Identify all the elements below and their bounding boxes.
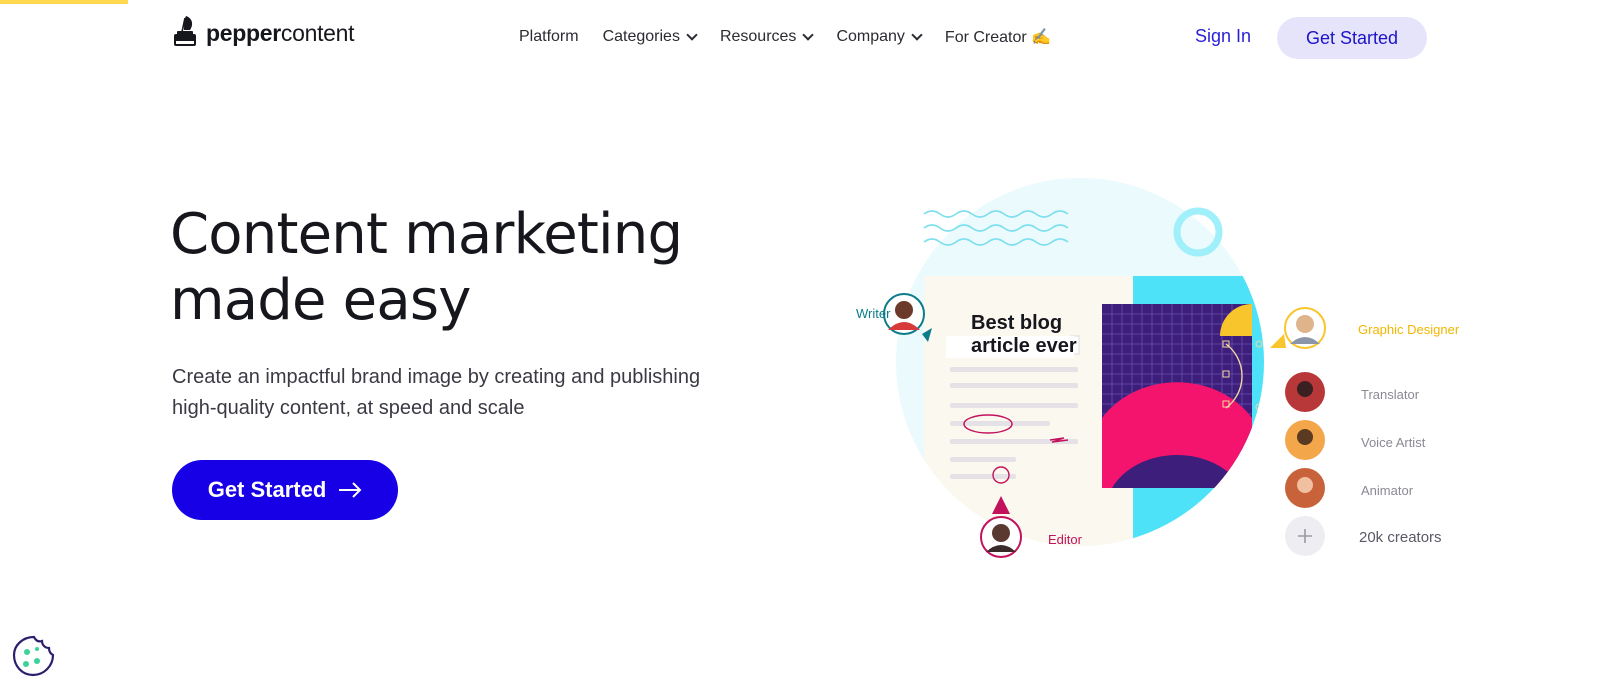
- cookie-settings-button[interactable]: [12, 634, 56, 678]
- quill-ink-logo-icon: [172, 14, 198, 52]
- illustration-graphic: [883, 178, 1326, 558]
- chevron-down-icon: [911, 28, 923, 41]
- logo[interactable]: peppercontent: [172, 14, 355, 52]
- nav-categories[interactable]: Categories: [603, 28, 698, 46]
- role-voice-artist-label: Voice Artist: [1361, 435, 1426, 450]
- logo-text: peppercontent: [206, 19, 355, 46]
- chevron-down-icon: [802, 28, 815, 41]
- creators-count-label: 20k creators: [1359, 529, 1442, 546]
- blog-title-card: Best blog article ever: [971, 312, 1077, 357]
- hero-title: Content marketing made easy: [170, 202, 683, 333]
- hero-get-started-button[interactable]: Get Started: [172, 460, 398, 520]
- role-animator-label: Animator: [1361, 483, 1414, 498]
- top-accent-bar: [0, 0, 128, 4]
- nav-platform[interactable]: Platform: [519, 28, 579, 46]
- header-get-started-button[interactable]: Get Started: [1277, 17, 1427, 59]
- hero-subtitle: Create an impactful brand image by creat…: [172, 366, 701, 419]
- main-nav: Platform Categories Resources Company Fo…: [519, 27, 1075, 47]
- hero-cta-label: Get Started: [207, 477, 327, 502]
- nav-resources[interactable]: Resources: [720, 28, 815, 46]
- chevron-down-icon: [686, 28, 698, 41]
- hero-illustration: Best blog article ever Writer Editor Grap…: [840, 178, 1460, 578]
- nav-company[interactable]: Company: [836, 28, 923, 46]
- role-translator-label: Translator: [1361, 387, 1420, 402]
- role-writer-label: Writer: [856, 306, 891, 321]
- sign-in-link[interactable]: Sign In: [1195, 26, 1251, 47]
- cookie-icon: [12, 635, 55, 677]
- plus-icon: [1285, 516, 1325, 556]
- nav-for-creator[interactable]: For Creator ✍: [945, 27, 1051, 47]
- role-graphic-designer-label: Graphic Designer: [1358, 322, 1460, 337]
- role-editor-label: Editor: [1048, 532, 1082, 547]
- arrow-right-icon: [339, 482, 362, 498]
